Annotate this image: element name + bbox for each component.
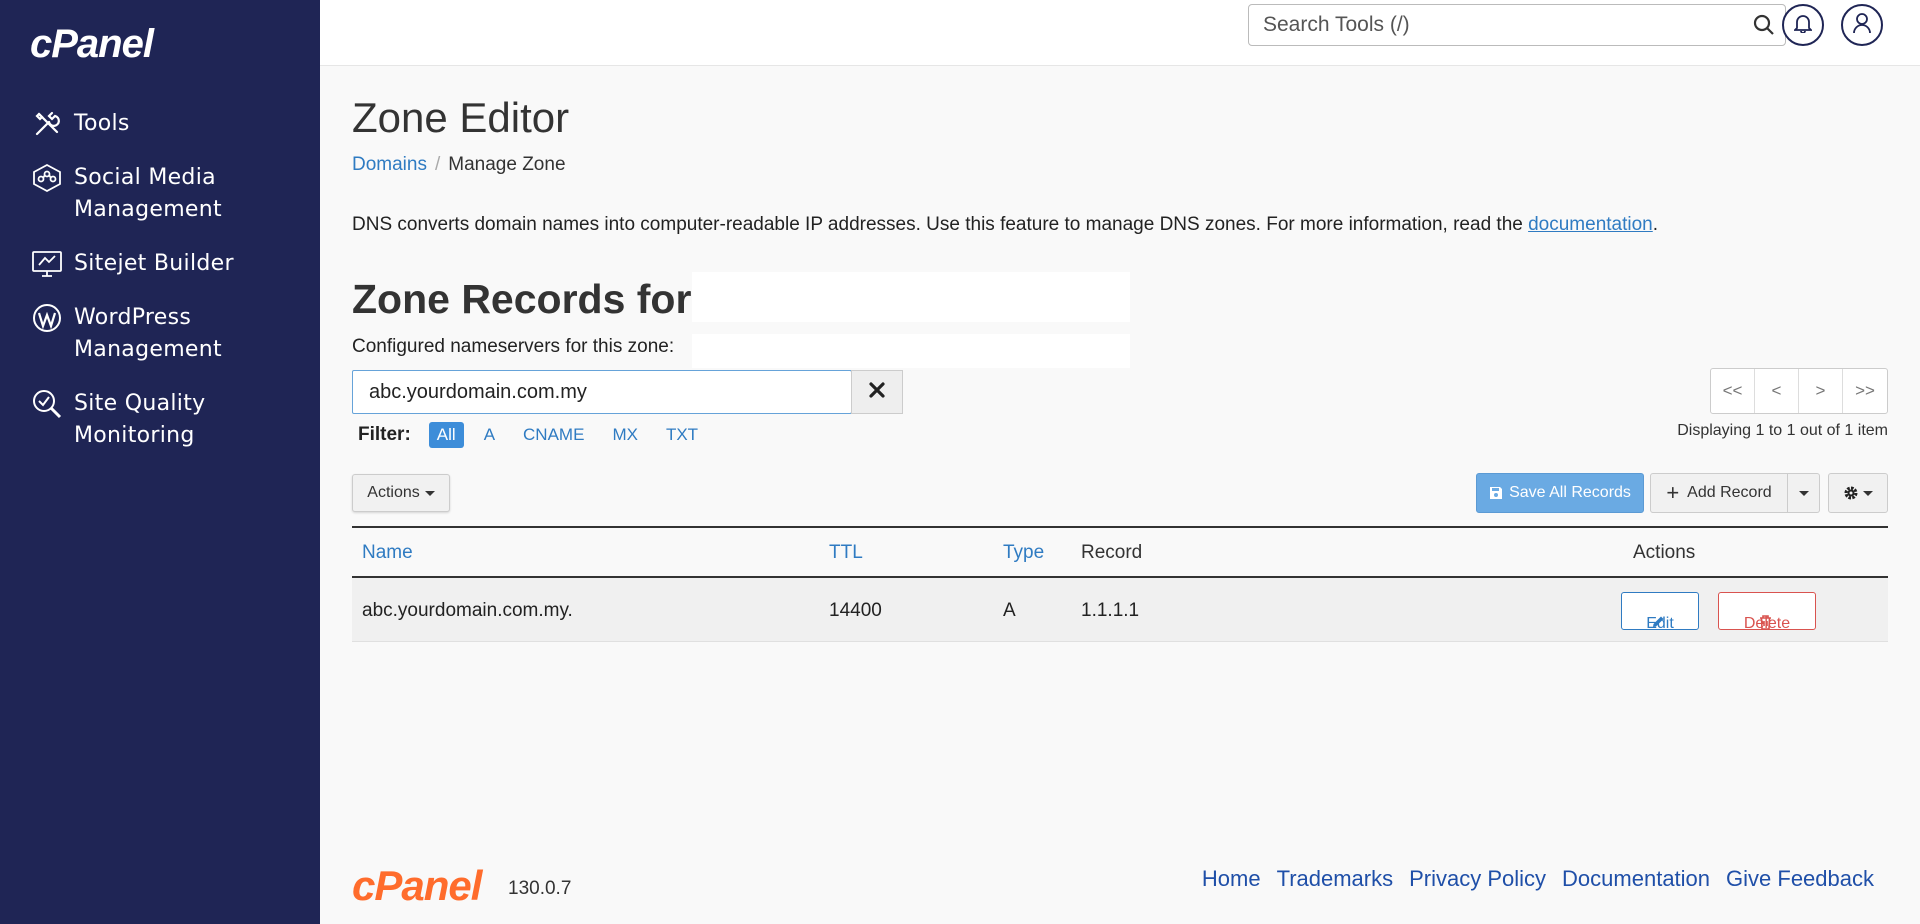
- pagination-summary: Displaying 1 to 1 out of 1 item: [1677, 422, 1888, 439]
- actions-label: Actions: [367, 484, 420, 501]
- filter-txt[interactable]: TXT: [658, 422, 706, 448]
- nameservers-label: Configured nameservers for this zone:: [352, 336, 675, 357]
- filter-a[interactable]: A: [476, 422, 503, 448]
- record-type-filter: Filter: All A CNAME MX TXT: [358, 422, 718, 448]
- sidebar: cPanel Tools Social Media Management Sit…: [0, 0, 320, 924]
- record-value: 1.1.1.1: [1081, 600, 1140, 621]
- column-header-record: Record: [1081, 542, 1143, 563]
- column-header-name[interactable]: Name: [362, 542, 413, 564]
- breadcrumb-domains-link[interactable]: Domains: [352, 154, 427, 175]
- page-title: Zone Editor: [352, 94, 570, 141]
- settings-dropdown[interactable]: [1828, 473, 1888, 513]
- sidebar-item-label: Sitejet Builder: [74, 251, 234, 276]
- caret-down-icon: [424, 490, 435, 496]
- page-description: DNS converts domain names into computer-…: [352, 214, 1658, 236]
- breadcrumb: Domains / Manage Zone: [352, 154, 566, 176]
- documentation-link[interactable]: documentation: [1528, 214, 1653, 235]
- edit-label: Edit: [1646, 615, 1674, 632]
- caret-down-icon: [1863, 490, 1873, 496]
- add-record-dropdown-toggle[interactable]: [1788, 473, 1820, 513]
- filter-mx[interactable]: MX: [604, 422, 646, 448]
- edit-record-button[interactable]: Edit: [1621, 592, 1699, 632]
- delete-record-button[interactable]: Delete: [1718, 592, 1816, 632]
- floppy-disk-icon: [1489, 486, 1503, 500]
- column-header-ttl[interactable]: TTL: [829, 542, 863, 564]
- version-number: 130.0.7: [508, 878, 572, 899]
- search-input[interactable]: [1249, 5, 1729, 45]
- sidebar-item-wordpress[interactable]: WordPress Management: [0, 302, 320, 366]
- sidebar-item-sitejet[interactable]: Sitejet Builder: [0, 248, 320, 280]
- sidebar-item-label: WordPress Management: [74, 305, 222, 362]
- sidebar-item-label: Social Media Management: [74, 165, 222, 222]
- column-header-actions: Actions: [1633, 542, 1696, 563]
- description-suffix: .: [1652, 214, 1659, 235]
- sidebar-item-label: Site Quality Monitoring: [74, 391, 206, 448]
- sidebar-nav: Tools Social Media Management Sitejet Bu…: [0, 108, 320, 474]
- wordpress-icon: [30, 302, 64, 334]
- redacted-area: [692, 272, 1130, 322]
- footer-cpanel-logo[interactable]: cPanel: [352, 862, 482, 910]
- footer-link-documentation[interactable]: Documentation: [1562, 866, 1710, 892]
- bulk-actions-dropdown[interactable]: Actions: [352, 474, 450, 512]
- close-icon: [869, 381, 885, 403]
- redacted-nameservers: [692, 334, 1130, 368]
- social-media-icon: [30, 162, 64, 194]
- footer-link-privacy-policy[interactable]: Privacy Policy: [1409, 866, 1546, 892]
- record-ttl: 14400: [829, 600, 882, 621]
- sidebar-item-label: Tools: [74, 111, 130, 136]
- filter-label: Filter:: [358, 424, 411, 445]
- footer-links: Home Trademarks Privacy Policy Documenta…: [1186, 866, 1874, 892]
- gear-icon: [1843, 485, 1859, 501]
- pagination: << < > >>: [1710, 368, 1888, 414]
- filter-cname[interactable]: CNAME: [515, 422, 592, 448]
- description-text: DNS converts domain names into computer-…: [352, 214, 1529, 235]
- sitejet-icon: [30, 248, 64, 280]
- record-filter-input[interactable]: [352, 370, 852, 414]
- breadcrumb-separator: /: [434, 154, 441, 175]
- search-icon[interactable]: [1753, 14, 1775, 41]
- tools-icon: [30, 108, 64, 140]
- sidebar-item-site-quality[interactable]: Site Quality Monitoring: [0, 388, 320, 452]
- last-page-button[interactable]: >>: [1843, 369, 1887, 413]
- prev-page-button[interactable]: <: [1755, 369, 1799, 413]
- sidebar-item-tools[interactable]: Tools: [0, 108, 320, 140]
- search-box: [1248, 4, 1786, 46]
- zone-records-table: Name TTL Type Record Actions abc.yourdom…: [352, 526, 1888, 642]
- record-name: abc.yourdomain.com.my.: [362, 600, 573, 621]
- notifications-button[interactable]: [1782, 4, 1824, 46]
- add-record-label: Add Record: [1687, 484, 1772, 501]
- user-icon: [1852, 12, 1872, 39]
- site-quality-icon: [30, 388, 64, 420]
- next-page-button[interactable]: >: [1799, 369, 1843, 413]
- filter-all[interactable]: All: [428, 422, 464, 448]
- clear-filter-button[interactable]: [851, 370, 903, 414]
- save-all-records-button[interactable]: Save All Records: [1476, 473, 1644, 513]
- table-header: Name TTL Type Record Actions: [352, 526, 1888, 578]
- column-header-type[interactable]: Type: [1003, 542, 1044, 564]
- save-all-label: Save All Records: [1509, 484, 1631, 501]
- record-type: A: [1003, 600, 1016, 621]
- plus-icon: +: [1666, 480, 1680, 505]
- top-bar: [320, 0, 1920, 66]
- cpanel-logo[interactable]: cPanel: [30, 22, 154, 67]
- add-record-button[interactable]: + Add Record: [1650, 473, 1788, 513]
- footer-link-trademarks[interactable]: Trademarks: [1277, 866, 1394, 892]
- table-row: abc.yourdomain.com.my. 14400 A 1.1.1.1 E…: [352, 578, 1888, 642]
- sidebar-item-social-media[interactable]: Social Media Management: [0, 162, 320, 226]
- caret-down-icon: [1798, 490, 1809, 496]
- user-menu-button[interactable]: [1841, 4, 1883, 46]
- bell-icon: [1792, 13, 1814, 38]
- delete-label: Delete: [1743, 615, 1791, 632]
- first-page-button[interactable]: <<: [1711, 369, 1755, 413]
- footer-link-home[interactable]: Home: [1202, 866, 1261, 892]
- zone-records-title: Zone Records for ‘: [352, 276, 715, 322]
- breadcrumb-current: Manage Zone: [448, 154, 566, 175]
- footer-link-give-feedback[interactable]: Give Feedback: [1726, 866, 1874, 892]
